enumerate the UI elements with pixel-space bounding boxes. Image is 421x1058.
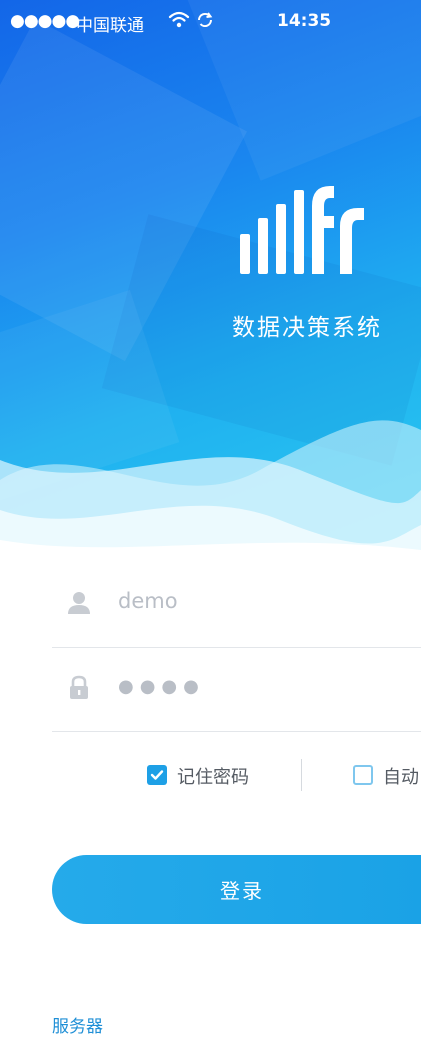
password-input[interactable]: ●●●● — [118, 676, 205, 697]
app-logo — [238, 178, 368, 276]
status-bar: ●●●●● 中国联通 14:35 — [0, 0, 421, 44]
carrier-name: 中国联通 — [76, 16, 144, 36]
username-field[interactable]: demo — [52, 563, 421, 648]
remember-password-label[interactable]: 记住密码 — [177, 763, 249, 789]
signal-strength: ●●●●● — [10, 11, 80, 31]
auto-login-checkbox[interactable] — [353, 765, 373, 785]
login-button[interactable]: 登录 — [52, 855, 421, 924]
server-settings-link[interactable]: 服务器 — [52, 1012, 103, 1037]
auto-login-label[interactable]: 自动 — [383, 763, 419, 789]
sync-icon — [195, 10, 215, 35]
remember-password-checkbox[interactable] — [147, 765, 167, 785]
app-title-text: 数据决策系统 — [232, 315, 382, 341]
username-input[interactable]: demo — [118, 589, 178, 613]
lock-icon — [66, 674, 92, 700]
password-field[interactable]: ●●●● — [52, 647, 421, 732]
user-icon — [66, 590, 92, 616]
login-button-label: 登录 — [220, 879, 264, 903]
login-options: 记住密码 自动 — [0, 745, 421, 801]
app-title: 数据决策系统 — [0, 308, 421, 342]
wave-decoration — [0, 420, 421, 590]
clock: 14:35 — [277, 11, 332, 31]
options-divider — [301, 759, 302, 791]
checkmark-icon — [150, 770, 164, 780]
wifi-icon — [168, 10, 190, 35]
